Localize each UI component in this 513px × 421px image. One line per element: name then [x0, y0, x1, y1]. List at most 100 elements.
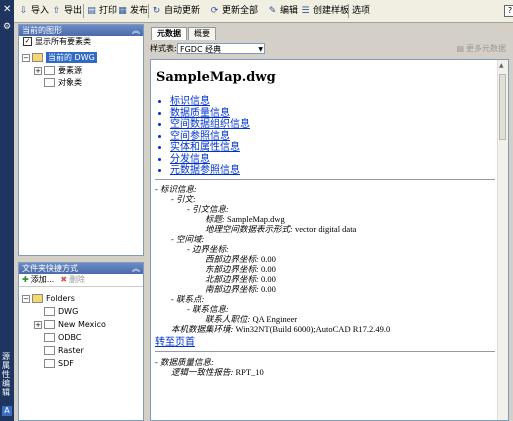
divider	[155, 179, 495, 180]
tree-item-folders[interactable]: − Folders	[22, 293, 75, 304]
tree-item-new-mexico[interactable]: + New Mexico	[34, 319, 106, 330]
add-icon: ✚	[22, 275, 29, 284]
help-button[interactable]: ?	[504, 5, 513, 17]
vertical-scrollbar[interactable]: ▲	[497, 60, 508, 420]
citation-info-heading: - 引文信息:	[187, 204, 229, 214]
print-button[interactable]: ▤ 打印	[86, 4, 117, 18]
folder-icon	[32, 294, 43, 303]
link-spatial-organization[interactable]: 空间数据组织信息	[170, 119, 250, 131]
tree-item-current-dwg[interactable]: − 当前的 DWG	[22, 52, 97, 63]
stylesheet-select[interactable]: FGDC 经典 ▼	[177, 43, 265, 54]
metadata-document: ▲ SampleMap.dwg 标识信息 数据质量信息 空间数据组织信息 空间参…	[150, 59, 509, 421]
stylesheet-row: 样式表: FGDC 经典 ▼ ▤ 更多元数据	[150, 42, 510, 56]
citation-heading: - 引文:	[171, 194, 196, 204]
metadata-panel: 元数据 概要 样式表: FGDC 经典 ▼ ▤ 更多元数据 ▲ SampleMap.…	[147, 24, 513, 421]
bounding-heading: - 边界坐标:	[187, 244, 229, 254]
folder-shortcuts-header[interactable]: 文件夹快捷方式 ︽	[19, 263, 143, 274]
logic-report-row: 逻辑一致性报告: RPT_10	[171, 367, 264, 377]
auto-update-button[interactable]: ↻ 自动更新	[151, 4, 200, 18]
folder-icon	[44, 307, 55, 316]
export-icon: ⇧	[52, 5, 61, 16]
toolbar-separator	[83, 4, 84, 18]
export-button[interactable]: ⇧ 导出	[51, 4, 82, 18]
link-entity-attribute[interactable]: 实体和属性信息	[170, 142, 250, 154]
import-icon: ⇩	[19, 5, 28, 16]
tab-bar: 元数据 概要	[151, 27, 217, 40]
metadata-icon: ▤	[456, 44, 464, 53]
toolbar-separator	[348, 4, 349, 18]
update-all-icon: ⟳	[210, 5, 219, 16]
scrollbar-thumb[interactable]	[499, 74, 506, 140]
shortcut-actions: ✚ 添加... ✖ 删除	[19, 274, 143, 287]
tree-item-sdf[interactable]: SDF	[44, 358, 74, 369]
settings-icon[interactable]: ⚙	[3, 22, 11, 32]
environment-row: 本机数据集环境: Win32NT(Build 6000);AutoCAD R17…	[171, 324, 391, 334]
add-shortcut-button[interactable]: ✚ 添加...	[22, 274, 54, 286]
link-data-quality[interactable]: 数据质量信息	[170, 108, 250, 120]
folder-icon	[44, 359, 55, 368]
delete-shortcut-button[interactable]: ✖ 删除	[60, 274, 85, 286]
folder-icon	[44, 333, 55, 342]
toolbar: ⇩ 导入 ⇧ 导出 ▤ 打印 ▦ 发布 ↻ 自动更新 ⟳ 更新全部 ✎ 编辑 ☰ 创建样板 选项…	[14, 0, 513, 23]
show-all-checkbox[interactable]: ✓	[23, 37, 32, 46]
auto-update-icon: ↻	[152, 5, 161, 16]
expand-toggle-icon[interactable]: +	[34, 320, 42, 329]
show-all-checkbox-row[interactable]: ✓ 显示所有要素类	[19, 36, 143, 47]
import-button[interactable]: ⇩ 导入	[18, 4, 49, 18]
expand-toggle-icon[interactable]: +	[34, 66, 42, 75]
contact-heading: - 联系点:	[171, 294, 205, 304]
folder-icon	[44, 346, 55, 355]
link-spatial-reference[interactable]: 空间参照信息	[170, 131, 250, 143]
title-row: 标题: SampleMap.dwg	[205, 214, 285, 224]
folder-icon	[44, 66, 55, 75]
publish-icon: ▦	[118, 5, 127, 16]
back-to-top-link[interactable]: 转至页首	[155, 333, 195, 348]
collapse-icon[interactable]: ︽	[132, 25, 140, 36]
tree-item-odbc[interactable]: ODBC	[44, 332, 81, 343]
autocad-logo-icon: A	[2, 406, 12, 416]
tree-item-feature-source[interactable]: + 要素源	[34, 65, 82, 76]
edit-icon: ✎	[268, 5, 277, 16]
chevron-down-icon: ▼	[258, 46, 263, 53]
folder-icon	[44, 78, 55, 87]
link-identification[interactable]: 标识信息	[170, 96, 250, 108]
toolbar-separator	[148, 4, 149, 18]
publish-button[interactable]: ▦ 发布	[117, 4, 148, 18]
current-drawing-header[interactable]: 当前的图形 ︽	[19, 25, 143, 36]
divider	[155, 351, 495, 352]
contact-info-heading: - 联系信息:	[187, 304, 229, 314]
more-metadata-button[interactable]: ▤ 更多元数据	[456, 42, 506, 56]
current-drawing-panel: 当前的图形 ︽ ✓ 显示所有要素类 − 当前的 DWG + 要素源 对象类	[18, 24, 144, 256]
collapse-toggle-icon[interactable]: −	[22, 294, 30, 303]
collapse-toggle-icon[interactable]: −	[22, 53, 30, 62]
options-button[interactable]: 选项	[352, 4, 370, 18]
folder-icon	[44, 320, 55, 329]
tree-item-raster[interactable]: Raster	[44, 345, 84, 356]
north-row: 北部边界坐标: 0.00	[205, 274, 276, 284]
link-metadata-reference[interactable]: 元数据参照信息	[170, 165, 250, 177]
collapse-icon[interactable]: ︽	[132, 263, 140, 274]
position-row: 联系人职位: QA Engineer	[205, 314, 298, 324]
south-row: 南部边界坐标: 0.00	[205, 284, 276, 294]
section-links: 标识信息 数据质量信息 空间数据组织信息 空间参照信息 实体和属性信息 分发信息…	[158, 96, 250, 177]
scroll-up-icon[interactable]: ▲	[499, 62, 504, 69]
print-icon: ▤	[87, 5, 96, 16]
edit-button[interactable]: ✎ 编辑	[267, 4, 298, 18]
close-icon[interactable]: ✕	[3, 5, 11, 15]
tree-item-object-class[interactable]: 对象类	[44, 77, 82, 88]
id-section-heading: - 标识信息:	[155, 184, 197, 194]
document-title: SampleMap.dwg	[156, 70, 276, 85]
update-all-button[interactable]: ⟳ 更新全部	[209, 4, 258, 18]
drawing-icon	[32, 53, 43, 62]
dq-section-heading: - 数据质量信息:	[155, 357, 214, 367]
create-template-button[interactable]: ☰ 创建样板	[300, 4, 349, 18]
spatial-domain-heading: - 空间域:	[171, 234, 205, 244]
stylesheet-label: 样式表:	[150, 44, 177, 53]
west-row: 西部边界坐标: 0.00	[205, 254, 276, 264]
delete-icon: ✖	[60, 275, 68, 284]
tab-summary[interactable]: 概要	[188, 27, 216, 40]
link-distribution[interactable]: 分发信息	[170, 154, 250, 166]
folder-shortcuts-panel: 文件夹快捷方式 ︽ ✚ 添加... ✖ 删除 − Folders DWG + New…	[18, 262, 144, 421]
tab-metadata[interactable]: 元数据	[151, 27, 187, 40]
tree-item-dwg[interactable]: DWG	[44, 306, 78, 317]
